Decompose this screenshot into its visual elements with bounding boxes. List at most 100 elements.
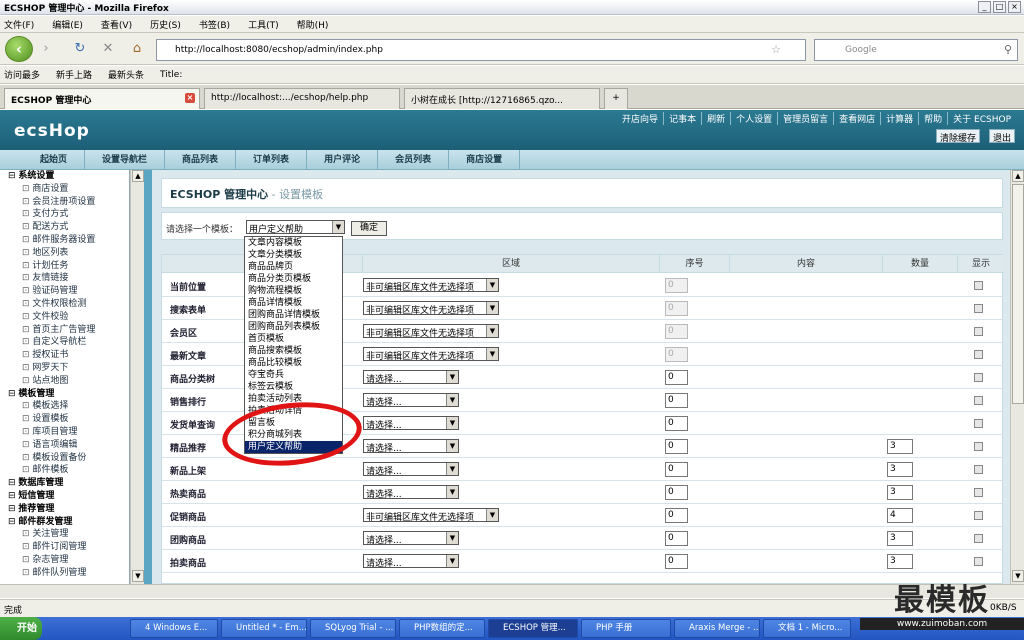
sidebar-item[interactable]: 邮件模板 [0,464,129,477]
menu-edit[interactable]: 编辑(E) [52,18,83,31]
menu-view[interactable]: 查看(V) [101,18,132,31]
menu-navigation-settings[interactable]: 设置导航栏 [85,149,166,170]
sidebar-item[interactable]: 邮件订阅管理 [0,541,129,554]
sidebar-item[interactable]: 文件权限检测 [0,298,129,311]
search-input[interactable]: Google ⚲ [814,39,1018,61]
sidebar-item[interactable]: 站点地图 [0,375,129,388]
dropdown-option[interactable]: 标签云模板 [245,381,342,393]
stop-icon[interactable]: ✕ [98,39,118,59]
maximize-icon[interactable]: □ [993,1,1006,13]
show-checkbox[interactable] [974,488,983,497]
qty-input[interactable]: 3 [887,531,913,546]
show-checkbox[interactable] [974,396,983,405]
link-help[interactable]: 帮助 [918,112,947,125]
sidebar-item[interactable]: 邮件服务器设置 [0,234,129,247]
menu-tools[interactable]: 工具(T) [248,18,279,31]
show-checkbox[interactable] [974,304,983,313]
sidebar-item[interactable]: 自定义导航栏 [0,336,129,349]
close-icon[interactable]: × [1008,1,1021,13]
bookmark-getting-started[interactable]: 新手上路 [56,68,92,81]
region-select[interactable]: 非可编辑区库文件无选择项 ▼ [363,347,499,361]
minimize-icon[interactable]: _ [978,1,991,13]
page-scrollbar[interactable]: ▲ ▼ [1010,170,1024,584]
sidebar-item[interactable]: 计划任务 [0,260,129,273]
sidebar-group[interactable]: 模板管理 [0,388,129,401]
bookmark-title[interactable]: Title: [160,70,182,80]
qty-input[interactable]: 4 [887,508,913,523]
menu-user-comments[interactable]: 用户评论 [307,149,379,170]
show-checkbox[interactable] [974,534,983,543]
region-select[interactable]: 请选择... ▼ [363,554,459,568]
close-tab-icon[interactable]: × [185,93,195,103]
region-select[interactable]: 请选择... ▼ [363,416,459,430]
qty-input[interactable]: 3 [887,485,913,500]
link-admin-messages[interactable]: 管理员留言 [777,112,833,125]
reload-icon[interactable]: ↻ [70,39,90,59]
task-php-array[interactable]: PHP数组的定... [399,619,485,638]
sidebar-item[interactable]: 会员注册项设置 [0,196,129,209]
logout-button[interactable]: 退出 [989,129,1016,144]
start-button[interactable]: 开始 [0,617,42,640]
seq-input[interactable]: 0 [665,370,688,385]
link-calculator[interactable]: 计算器 [880,112,918,125]
link-setup-wizard[interactable]: 开店向导 [617,112,663,125]
menu-help[interactable]: 帮助(H) [297,18,329,31]
dropdown-option[interactable]: 商品详情模板 [245,297,342,309]
sidebar-item[interactable]: 语言项编辑 [0,439,129,452]
sidebar-group[interactable]: 系统设置 [0,170,129,183]
region-select[interactable]: 请选择... ▼ [363,439,459,453]
menu-goods-list[interactable]: 商品列表 [165,149,237,170]
seq-input[interactable]: 0 [665,531,688,546]
menu-bookmarks[interactable]: 书签(B) [199,18,230,31]
sidebar-item[interactable]: 支付方式 [0,208,129,221]
sidebar-item[interactable]: 验证码管理 [0,285,129,298]
show-checkbox[interactable] [974,511,983,520]
task-word-doc[interactable]: 文档 1 - Micro... [763,619,851,638]
show-checkbox[interactable] [974,373,983,382]
link-refresh[interactable]: 刷新 [701,112,730,125]
qty-input[interactable]: 3 [887,554,913,569]
task-php-manual[interactable]: PHP 手册 [581,619,671,638]
sidebar-item[interactable]: 友情链接 [0,272,129,285]
task-untitled[interactable]: Untitled * - Em... [221,619,307,638]
home-icon[interactable]: ⌂ [127,39,147,59]
sidebar-item[interactable]: 文件校验 [0,311,129,324]
dropdown-option[interactable]: 团购商品列表模板 [245,321,342,333]
sidebar-item[interactable]: 配送方式 [0,221,129,234]
show-checkbox[interactable] [974,419,983,428]
tab-help[interactable]: http://localhost:.../ecshop/help.php [204,88,400,109]
dropdown-option[interactable]: 首页模板 [245,333,342,345]
task-araxis-merge[interactable]: Araxis Merge - ... [674,619,760,638]
seq-input[interactable]: 0 [665,462,688,477]
sidebar-group[interactable]: 短信管理 [0,490,129,503]
sidebar-item[interactable]: 关注管理 [0,528,129,541]
dropdown-option[interactable]: 团购商品详情模板 [245,309,342,321]
address-bar[interactable]: http://localhost:8080/ecshop/admin/index… [156,39,806,61]
scroll-down-icon[interactable]: ▼ [1012,570,1024,582]
bookmark-most-visited[interactable]: 访问最多 [4,68,40,81]
sidebar-item[interactable]: 网罗天下 [0,362,129,375]
show-checkbox[interactable] [974,442,983,451]
star-icon[interactable]: ☆ [771,43,781,56]
sidebar-group[interactable]: 邮件群发管理 [0,516,129,529]
sidebar-group[interactable]: 数据库管理 [0,477,129,490]
show-checkbox[interactable] [974,557,983,566]
menu-order-list[interactable]: 订单列表 [236,149,308,170]
link-about[interactable]: 关于 ECSHOP [947,112,1016,125]
sidebar-scrollbar[interactable]: ▲ ▼ [130,170,144,584]
dropdown-option[interactable]: 商品搜索模板 [245,345,342,357]
sidebar-item[interactable]: 模板选择 [0,400,129,413]
menu-file[interactable]: 文件(F) [4,18,34,31]
sidebar-item[interactable]: 邮件队列管理 [0,567,129,580]
seq-input[interactable]: 0 [665,554,688,569]
back-icon[interactable]: ‹ [5,36,33,62]
region-select[interactable]: 请选择... ▼ [363,370,459,384]
seq-input[interactable]: 0 [665,485,688,500]
task-ecshop[interactable]: ECSHOP 管理... [488,619,578,638]
clear-cache-button[interactable]: 清除缓存 [936,129,981,144]
scroll-up-icon[interactable]: ▲ [132,170,144,182]
show-checkbox[interactable] [974,327,983,336]
seq-input[interactable]: 0 [665,439,688,454]
bookmark-latest-headlines[interactable]: 最新头条 [108,68,144,81]
tab-qzone[interactable]: 小树在成长 [http://12716865.qzo... [404,88,600,109]
